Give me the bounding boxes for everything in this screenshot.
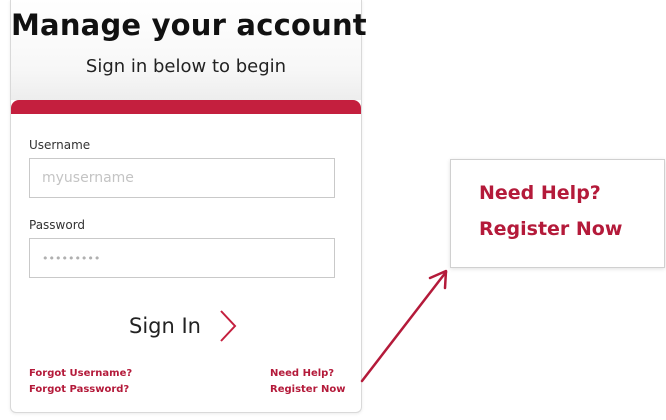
help-callout: Need Help? Register Now <box>450 159 665 268</box>
callout-need-help-link[interactable]: Need Help? <box>479 182 601 204</box>
callout-register-now-link[interactable]: Register Now <box>479 218 622 240</box>
